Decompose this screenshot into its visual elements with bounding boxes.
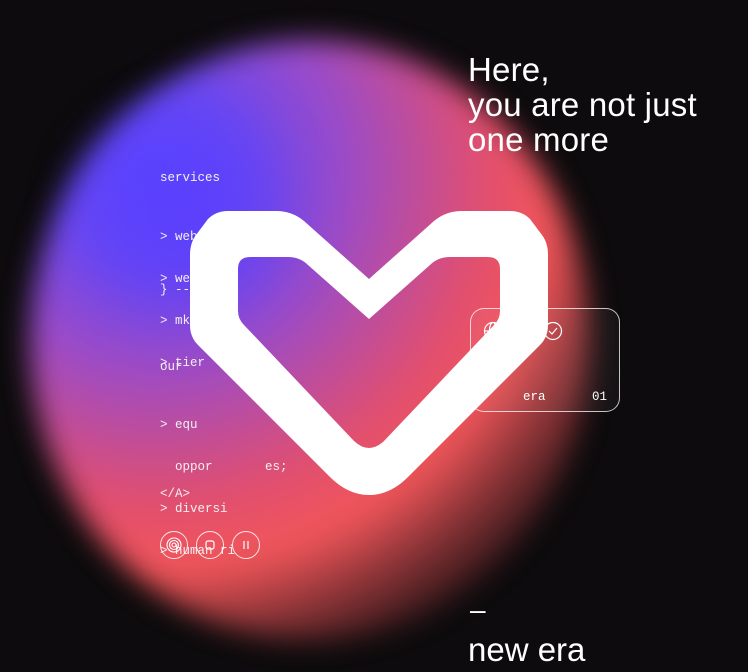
- heart-logo-icon: [190, 211, 548, 495]
- stop-button[interactable]: [196, 531, 224, 559]
- values-title: our: [160, 360, 183, 374]
- hero-stage: Here, you are not just one more services…: [0, 0, 748, 672]
- pause-icon: [243, 541, 249, 549]
- list-item: > diversi: [160, 502, 228, 516]
- tagline: new era: [468, 631, 586, 668]
- dash-mark: –: [470, 594, 486, 625]
- target-button[interactable]: [160, 531, 188, 559]
- closing-tag: </A>: [160, 487, 191, 501]
- services-title: services: [160, 171, 221, 185]
- media-controls: [160, 531, 260, 559]
- headline-line-1: Here,: [468, 51, 550, 88]
- headline-line-2: you are not just: [468, 86, 697, 123]
- headline-line-3: one more: [468, 121, 610, 158]
- headline: Here, you are not just one more: [468, 52, 697, 157]
- stop-icon: [205, 540, 215, 550]
- target-icon: [166, 537, 182, 553]
- card-number: 01: [591, 390, 607, 404]
- pause-button[interactable]: [232, 531, 260, 559]
